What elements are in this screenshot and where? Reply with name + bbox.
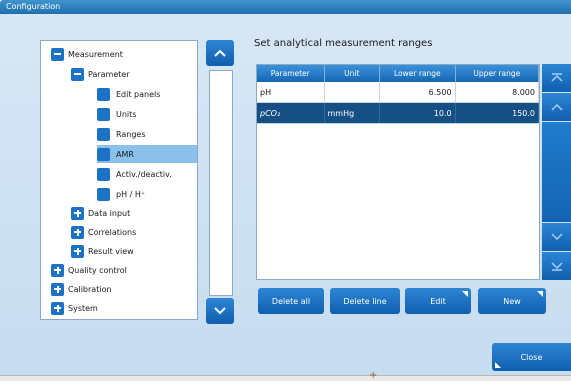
column-header: Unit — [325, 65, 381, 82]
column-header: Lower range — [380, 65, 456, 82]
expand-icon[interactable] — [51, 263, 64, 277]
chevron-down-icon — [214, 307, 226, 315]
tree-node-units[interactable]: Units — [97, 106, 136, 122]
tree-node-result-view[interactable]: Result view — [71, 243, 134, 259]
table-scrollbar[interactable] — [542, 64, 571, 280]
tree-label: Quality control — [68, 265, 127, 275]
leaf-icon — [97, 187, 110, 201]
close-button[interactable]: Close — [492, 343, 571, 371]
scroll-first-button[interactable] — [542, 64, 571, 92]
tree-label: Data input — [88, 208, 131, 218]
table-cell: pH — [257, 82, 325, 102]
tree-label: Parameter — [88, 69, 130, 79]
ranges-table: Parameter Unit Lower range Upper range p… — [256, 64, 540, 280]
tree-node-parameter[interactable]: Parameter — [71, 66, 130, 82]
corner-indicator-icon — [537, 291, 543, 297]
scroll-down-button[interactable] — [206, 298, 234, 324]
scroll-last-button[interactable] — [542, 252, 571, 280]
tree-label: Correlations — [88, 227, 137, 237]
chevron-down-icon — [550, 233, 563, 241]
panel-title: Set analytical measurement ranges — [254, 38, 433, 49]
new-button[interactable]: New — [478, 288, 546, 314]
scroll-track[interactable] — [209, 70, 233, 296]
table-header: Parameter Unit Lower range Upper range — [257, 65, 539, 82]
button-label: Delete line — [343, 296, 387, 306]
delete-line-button[interactable]: Delete line — [330, 288, 400, 314]
table-cell: 6.500 — [380, 82, 456, 102]
table-cell: 10.0 — [380, 103, 456, 123]
chevron-up-icon — [550, 103, 563, 111]
edit-button[interactable]: Edit — [405, 288, 471, 314]
window-titlebar: Configuration — [0, 0, 571, 14]
table-cell: 8.000 — [456, 82, 539, 102]
delete-all-button[interactable]: Delete all — [258, 288, 324, 314]
status-strip — [0, 375, 571, 381]
tree-label: System — [68, 303, 98, 313]
scroll-up-button[interactable] — [206, 40, 234, 66]
column-header: Upper range — [456, 65, 539, 82]
window-title: Configuration — [6, 2, 61, 11]
tree-node-ph-h[interactable]: pH / H⁺ — [97, 186, 145, 202]
leaf-icon — [97, 167, 110, 181]
tree-node-measurement[interactable]: Measurement — [51, 46, 123, 62]
column-header: Parameter — [257, 65, 325, 82]
tree-label: Measurement — [68, 49, 123, 59]
expand-icon[interactable] — [51, 282, 64, 296]
tree-node-correlations[interactable]: Correlations — [71, 224, 136, 240]
table-cell — [325, 82, 381, 102]
tree-scrollbar[interactable] — [206, 40, 234, 324]
tree-label: AMR — [116, 149, 134, 159]
scroll-down-button[interactable] — [542, 223, 571, 251]
scroll-up-button[interactable] — [542, 93, 571, 121]
tree-label: Result view — [88, 246, 134, 256]
tree-label: Edit panels — [116, 89, 161, 99]
expand-icon[interactable] — [71, 244, 84, 258]
table-row-selected[interactable]: pCO₂ mmHg 10.0 150.0 — [257, 103, 539, 124]
tree-node-system[interactable]: System — [51, 300, 98, 316]
leaf-icon — [97, 147, 110, 161]
table-cell: 150.0 — [456, 103, 539, 123]
tree-node-quality-control[interactable]: Quality control — [51, 262, 127, 278]
expand-icon[interactable] — [51, 301, 64, 315]
button-label: Edit — [430, 296, 446, 306]
button-label: Close — [520, 352, 543, 362]
chevron-up-icon — [214, 49, 226, 57]
expand-icon[interactable] — [71, 206, 84, 220]
collapse-icon[interactable] — [71, 67, 84, 81]
tree-node-edit-panels[interactable]: Edit panels — [97, 86, 160, 102]
tree-node-data-input[interactable]: Data input — [71, 205, 130, 221]
cursor-crosshair-icon: + — [369, 370, 378, 381]
tree-label: Ranges — [116, 129, 146, 139]
table-row[interactable]: pH 6.500 8.000 — [257, 82, 539, 103]
button-label: Delete all — [271, 296, 311, 306]
tree-label: Units — [116, 109, 137, 119]
config-tree: Measurement Parameter Edit panels Units … — [40, 40, 198, 320]
button-label: New — [503, 296, 521, 306]
double-chevron-down-icon — [550, 262, 563, 271]
tree-node-ranges[interactable]: Ranges — [97, 126, 146, 142]
tree-label: Activ./deactiv. — [116, 169, 172, 179]
expand-icon[interactable] — [71, 225, 84, 239]
double-chevron-up-icon — [550, 73, 563, 82]
scroll-thumb[interactable] — [542, 122, 571, 222]
tree-label: Calibration — [68, 284, 112, 294]
collapse-icon[interactable] — [51, 47, 64, 61]
corner-indicator-icon — [462, 291, 468, 297]
table-cell: mmHg — [325, 103, 381, 123]
tree-node-amr[interactable]: AMR — [97, 145, 197, 163]
tree-node-calibration[interactable]: Calibration — [51, 281, 112, 297]
leaf-icon — [97, 87, 110, 101]
corner-indicator-icon — [495, 362, 501, 368]
leaf-icon — [97, 107, 110, 121]
tree-label: pH / H⁺ — [116, 189, 146, 199]
leaf-icon — [97, 127, 110, 141]
tree-node-activ-deactiv[interactable]: Activ./deactiv. — [97, 166, 172, 182]
table-cell: pCO₂ — [257, 103, 325, 123]
